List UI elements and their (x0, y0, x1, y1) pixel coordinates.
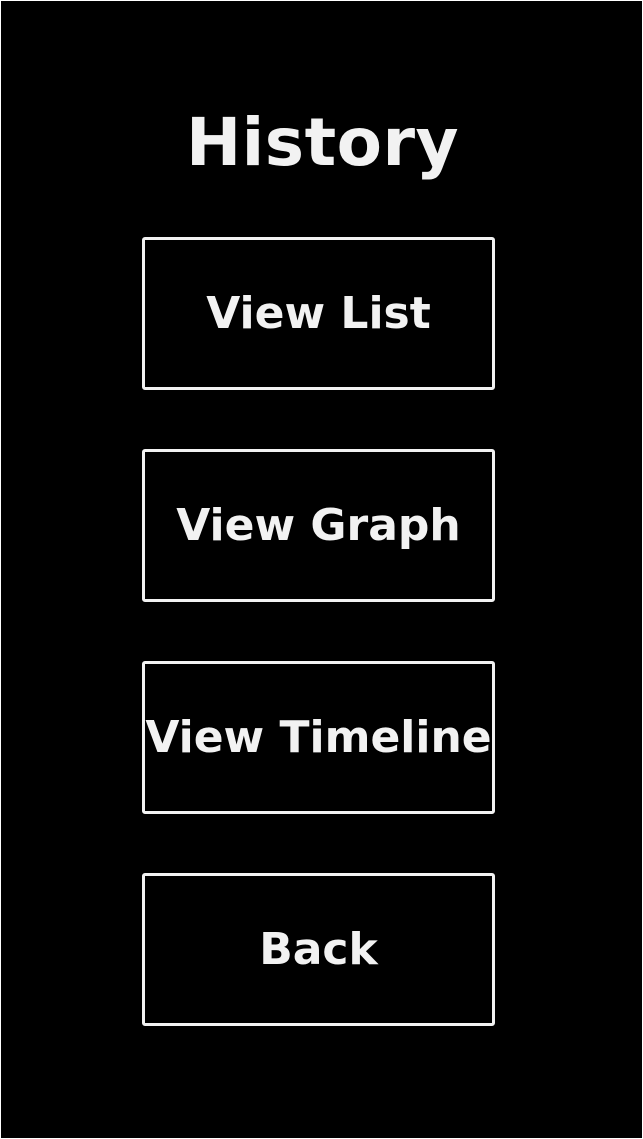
view-graph-label: View Graph (176, 500, 461, 551)
view-graph-button[interactable]: View Graph (142, 449, 495, 602)
view-list-label: View List (206, 288, 431, 339)
back-button[interactable]: Back (142, 873, 495, 1026)
view-timeline-label: View Timeline (145, 712, 492, 763)
page-title: History (185, 104, 460, 181)
view-timeline-button[interactable]: View Timeline (142, 661, 495, 814)
back-label: Back (259, 924, 378, 975)
history-screen: History View List View Graph View Timeli… (1, 1, 642, 1138)
view-list-button[interactable]: View List (142, 237, 495, 390)
